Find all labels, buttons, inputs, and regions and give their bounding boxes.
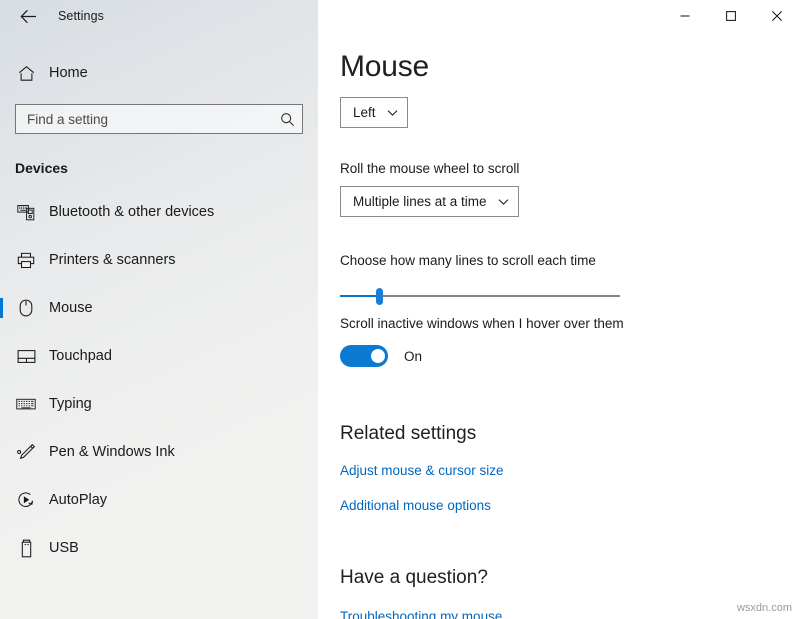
wheel-scroll-label: Roll the mouse wheel to scroll bbox=[340, 161, 800, 176]
sidebar-group-heading: Devices bbox=[15, 160, 318, 176]
watermark: wsxdn.com bbox=[737, 602, 792, 614]
app-title: Settings bbox=[58, 9, 104, 23]
sidebar-item-touchpad[interactable]: Touchpad bbox=[0, 332, 318, 380]
usb-icon bbox=[15, 539, 37, 558]
lines-slider-label: Choose how many lines to scroll each tim… bbox=[340, 253, 800, 268]
link-troubleshooting-my-mouse[interactable]: Troubleshooting my mouse bbox=[340, 609, 800, 619]
link-additional-mouse-options[interactable]: Additional mouse options bbox=[340, 498, 800, 513]
sidebar-item-typing[interactable]: Typing bbox=[0, 380, 318, 428]
toggle-knob bbox=[371, 349, 385, 363]
slider-thumb[interactable] bbox=[376, 288, 383, 305]
inactive-scroll-state: On bbox=[404, 349, 422, 364]
sidebar-item-printers-scanners[interactable]: Printers & scanners bbox=[0, 236, 318, 284]
sidebar-item-label: Bluetooth & other devices bbox=[49, 204, 214, 220]
autoplay-icon bbox=[15, 491, 37, 509]
minimize-button[interactable] bbox=[662, 0, 708, 32]
sidebar: Settings Home Devic bbox=[0, 0, 318, 619]
touchpad-icon bbox=[15, 349, 37, 364]
bluetooth-devices-icon bbox=[15, 204, 37, 221]
page-title: Mouse bbox=[340, 50, 800, 84]
search-icon[interactable] bbox=[272, 112, 302, 127]
wheel-scroll-dropdown[interactable]: Multiple lines at a time bbox=[340, 186, 519, 217]
link-adjust-mouse-cursor-size[interactable]: Adjust mouse & cursor size bbox=[340, 463, 800, 478]
sidebar-item-bluetooth-other-devices[interactable]: Bluetooth & other devices bbox=[0, 188, 318, 236]
sidebar-item-label: USB bbox=[49, 540, 79, 556]
search-container bbox=[15, 104, 303, 134]
sidebar-item-label: AutoPlay bbox=[49, 492, 107, 508]
sidebar-item-home[interactable]: Home bbox=[0, 56, 318, 90]
mouse-icon bbox=[15, 299, 37, 317]
primary-button-value: Left bbox=[353, 105, 376, 120]
close-button[interactable] bbox=[754, 0, 800, 32]
window-controls bbox=[662, 0, 800, 32]
inactive-scroll-label: Scroll inactive windows when I hover ove… bbox=[340, 316, 800, 331]
sidebar-item-mouse[interactable]: Mouse bbox=[0, 284, 318, 332]
sidebar-item-label: Pen & Windows Ink bbox=[49, 444, 175, 460]
related-settings-heading: Related settings bbox=[340, 423, 800, 445]
titlebar-left: Settings bbox=[0, 0, 318, 32]
home-icon bbox=[15, 65, 37, 82]
chevron-down-icon bbox=[498, 198, 509, 206]
keyboard-icon bbox=[15, 397, 37, 411]
search-input[interactable] bbox=[16, 112, 272, 127]
have-question-heading: Have a question? bbox=[340, 567, 800, 589]
slider-fill bbox=[340, 295, 380, 297]
wheel-scroll-value: Multiple lines at a time bbox=[353, 194, 487, 209]
inactive-scroll-toggle[interactable] bbox=[340, 345, 388, 367]
sidebar-item-label: Mouse bbox=[49, 300, 93, 316]
sidebar-item-label: Printers & scanners bbox=[49, 252, 176, 268]
back-arrow-icon[interactable] bbox=[13, 2, 43, 30]
sidebar-item-pen-windows-ink[interactable]: Pen & Windows Ink bbox=[0, 428, 318, 476]
settings-window: Settings Home Devic bbox=[0, 0, 800, 619]
sidebar-nav-list: Bluetooth & other devices Printers & sca… bbox=[0, 188, 318, 572]
chevron-down-icon bbox=[387, 109, 398, 117]
sidebar-item-autoplay[interactable]: AutoPlay bbox=[0, 476, 318, 524]
sidebar-item-usb[interactable]: USB bbox=[0, 524, 318, 572]
primary-button-dropdown[interactable]: Left bbox=[340, 97, 408, 128]
lines-slider[interactable] bbox=[340, 286, 620, 306]
main-content: Mouse Left Roll the mouse wheel to scrol… bbox=[318, 0, 800, 619]
sidebar-item-label: Touchpad bbox=[49, 348, 112, 364]
printer-icon bbox=[15, 252, 37, 269]
inactive-scroll-toggle-row: On bbox=[340, 345, 800, 367]
pen-icon bbox=[15, 443, 37, 461]
maximize-button[interactable] bbox=[708, 0, 754, 32]
sidebar-item-label: Typing bbox=[49, 396, 92, 412]
sidebar-item-home-label: Home bbox=[49, 65, 88, 81]
search-box[interactable] bbox=[15, 104, 303, 134]
